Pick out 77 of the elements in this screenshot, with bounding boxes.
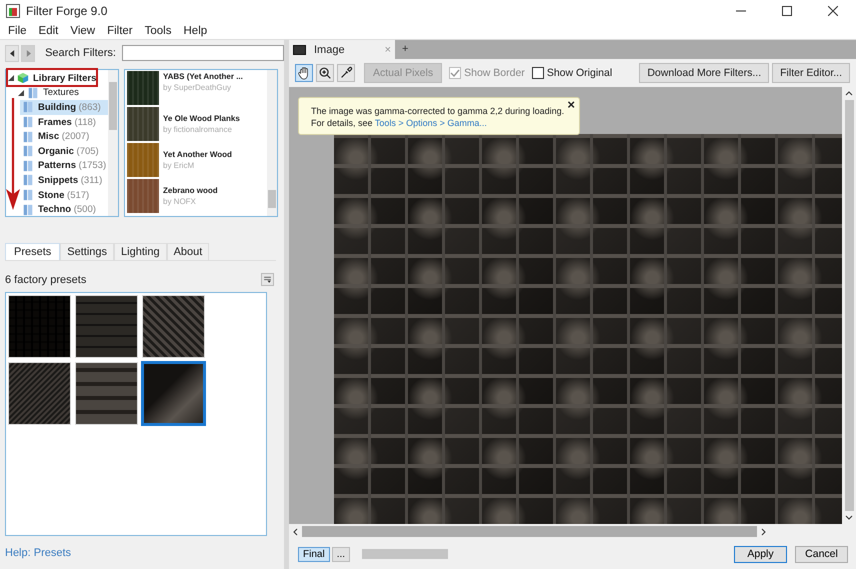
toolbar-button[interactable]: Filter Editor... [772,63,850,83]
checkbox-label[interactable]: Show Original [546,67,612,79]
more-button[interactable]: ... [332,546,350,562]
folder-icon [27,86,39,99]
gamma-options-link[interactable]: Tools > Options > Gamma... [374,118,487,128]
folder-icon [22,130,34,143]
expand-arrow-icon[interactable] [18,90,24,96]
folder-icon [22,116,34,128]
tree-item[interactable]: Stone (517) [20,188,108,202]
back-button[interactable] [5,44,20,62]
window-title: Filter Forge 9.0 [26,4,108,18]
tab[interactable]: Lighting [114,243,167,260]
filter-author: by NOFX [163,197,197,206]
tree-item[interactable]: Misc (2007) [20,129,108,144]
app-logo-icon [6,4,20,18]
folder-icon [22,145,34,158]
left-arrow-icon [10,50,15,56]
menu-item[interactable]: Filter [101,24,139,36]
dropdown-icon [263,275,272,284]
eyedropper-tool-button[interactable] [337,64,355,82]
search-label: Search Filters: [45,47,116,59]
presets-count: 6 factory presets [5,274,86,286]
cancel-button[interactable]: Cancel [795,546,848,562]
menu-item[interactable]: Edit [32,24,64,36]
search-field[interactable] [122,45,284,61]
filter-thumbnail[interactable] [127,179,159,213]
image-tab[interactable]: Image × [289,40,395,59]
scrollbar[interactable] [267,70,277,216]
tab[interactable]: About [166,243,210,260]
close-icon[interactable] [828,6,838,16]
filter-thumbnail[interactable] [127,143,159,177]
folder-icon [22,189,34,202]
maximize-icon[interactable] [782,6,792,16]
apply-button[interactable]: Apply [734,546,787,562]
tab[interactable]: Presets [5,243,60,260]
close-button[interactable]: × [567,99,575,111]
menu-item[interactable]: Tools [138,24,178,36]
filter-author: by SuperDeathGuy [163,83,232,92]
menu-item[interactable]: Help [178,24,214,36]
folder-icon [22,204,34,216]
tree-item[interactable]: Snippets (311) [20,173,108,188]
folder-icon [22,174,34,186]
help-link[interactable]: Help: Presets [5,547,284,559]
menu-dropdown-button[interactable] [261,273,274,286]
tab[interactable]: Settings [60,243,114,260]
tree-item[interactable]: Techno (500) [20,202,108,216]
filter-name[interactable]: Zebrano wood [163,186,218,195]
right-arrow-icon [26,50,31,56]
preset-thumbnail[interactable] [142,362,205,425]
notice-text: For details, see [311,118,374,128]
checkbox[interactable] [532,67,544,79]
menu-item[interactable]: File [2,24,33,36]
new-tab-button[interactable]: + [395,40,416,59]
tree-item[interactable]: Organic (705) [20,144,108,159]
tree-item[interactable]: Frames (118) [20,114,108,130]
tree-item[interactable]: Library Filters [33,72,96,84]
filter-thumbnail[interactable] [127,71,159,105]
zoom-tool-button[interactable] [316,64,334,82]
scrollbar[interactable] [108,70,118,216]
menu-item[interactable]: View [64,24,102,36]
filter-author: by fictionalromance [163,125,233,134]
filter-name[interactable]: Ye Ole Wood Planks [163,114,240,123]
final-button[interactable]: Final [298,546,330,562]
hand-tool-button[interactable] [295,64,313,82]
tree-item[interactable]: Textures [43,87,79,98]
filter-thumbnail[interactable] [127,107,159,141]
toolbar-button[interactable]: Download More Filters... [639,63,770,83]
folder-icon [22,160,34,172]
cube-icon [17,72,29,84]
tree-item[interactable]: Building (863) [20,100,108,115]
filter-author: by EricM [163,161,196,170]
tree-item[interactable]: Patterns (1753) [20,158,108,174]
expand-arrow-icon[interactable] [8,75,14,82]
filter-name[interactable]: Yet Another Wood [163,150,232,159]
filter-name[interactable]: YABS (Yet Another ... [163,72,243,81]
folder-icon [22,101,34,114]
notice-text: The image was gamma-corrected to gamma 2,2 during loading. [311,105,564,117]
